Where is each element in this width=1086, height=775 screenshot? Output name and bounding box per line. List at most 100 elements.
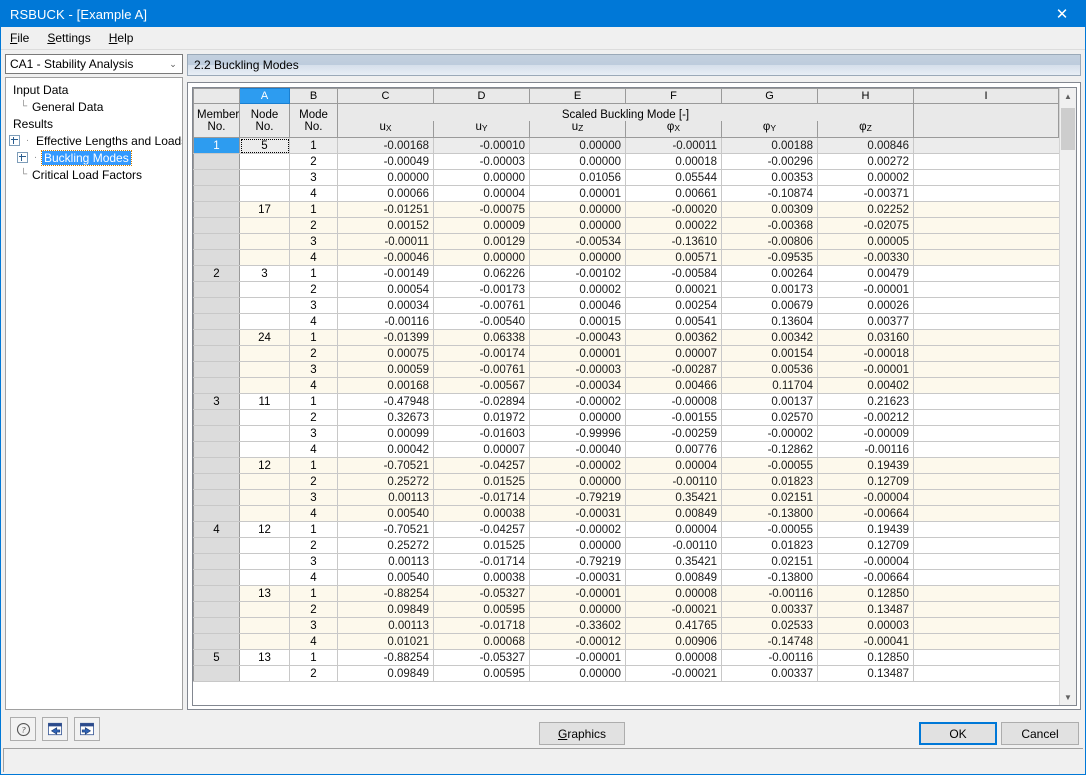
cell-uz[interactable]: -0.99996: [529, 425, 626, 442]
cell-phiz[interactable]: 0.13487: [817, 601, 914, 618]
cell-phix[interactable]: -0.00008: [625, 393, 722, 410]
cell-ux[interactable]: -0.00049: [337, 153, 434, 170]
cell-member-no[interactable]: [193, 297, 240, 314]
cell-uz[interactable]: 0.00015: [529, 313, 626, 330]
cell-node-no[interactable]: [239, 633, 290, 650]
cell-uy[interactable]: -0.04257: [433, 457, 530, 474]
cell-member-no[interactable]: 3: [193, 393, 240, 410]
cell-uz[interactable]: -0.00001: [529, 649, 626, 666]
cell-mode-no[interactable]: 3: [289, 553, 338, 570]
table-row[interactable]: 3 0.00113 -0.01714 -0.79219 0.35421 0.02151 -0…: [193, 489, 1059, 506]
cell-uz[interactable]: 0.00000: [529, 217, 626, 234]
cell-phix[interactable]: -0.00259: [625, 425, 722, 442]
cell-phiy[interactable]: -0.00116: [721, 585, 818, 602]
cell-i[interactable]: [913, 169, 1059, 186]
cell-phiz[interactable]: 0.00377: [817, 313, 914, 330]
cell-member-no[interactable]: 2: [193, 265, 240, 282]
cell-uz[interactable]: 0.00000: [529, 601, 626, 618]
cell-ux[interactable]: 0.00034: [337, 297, 434, 314]
cell-mode-no[interactable]: 1: [289, 329, 338, 346]
cell-phix[interactable]: 0.00004: [625, 457, 722, 474]
help-icon[interactable]: ?: [10, 717, 36, 741]
ok-button[interactable]: OK: [919, 722, 997, 745]
cell-phiz[interactable]: 0.13487: [817, 665, 914, 682]
cell-phiy[interactable]: 0.00342: [721, 329, 818, 346]
cell-member-no[interactable]: [193, 361, 240, 378]
cell-phix[interactable]: -0.00287: [625, 361, 722, 378]
cell-uy[interactable]: -0.00075: [433, 201, 530, 218]
table-row[interactable]: 12 1 -0.70521 -0.04257 -0.00002 0.00004 -0.000…: [193, 457, 1059, 474]
cell-uz[interactable]: -0.00031: [529, 569, 626, 586]
cell-i[interactable]: [913, 329, 1059, 346]
table-row[interactable]: 2 0.00152 0.00009 0.00000 0.00022 -0.00368 -0.…: [193, 217, 1059, 234]
cell-ux[interactable]: 0.00000: [337, 169, 434, 186]
cell-ux[interactable]: 0.32673: [337, 409, 434, 426]
table-row[interactable]: 24 1 -0.01399 0.06338 -0.00043 0.00362 0.00342…: [193, 329, 1059, 346]
cell-phix[interactable]: 0.00022: [625, 217, 722, 234]
table-row[interactable]: 2 0.25272 0.01525 0.00000 -0.00110 0.01823 0.1…: [193, 473, 1059, 490]
cell-phix[interactable]: 0.00362: [625, 329, 722, 346]
cell-uz[interactable]: -0.00001: [529, 585, 626, 602]
cell-ux[interactable]: 0.00152: [337, 217, 434, 234]
cell-phiy[interactable]: 0.01823: [721, 537, 818, 554]
cell-node-no[interactable]: 11: [239, 393, 290, 410]
cell-uz[interactable]: -0.00043: [529, 329, 626, 346]
table-row[interactable]: 2 -0.00049 -0.00003 0.00000 0.00018 -0.00296 0…: [193, 153, 1059, 170]
cell-node-no[interactable]: 12: [239, 521, 290, 538]
cell-ux[interactable]: 0.00066: [337, 185, 434, 202]
cell-phix[interactable]: -0.00584: [625, 265, 722, 282]
cell-ux[interactable]: 0.00113: [337, 553, 434, 570]
cell-node-no[interactable]: [239, 169, 290, 186]
cell-node-no[interactable]: [239, 473, 290, 490]
column-header-h[interactable]: H: [817, 88, 914, 104]
cell-phiy[interactable]: 0.00679: [721, 297, 818, 314]
column-header-f[interactable]: F: [625, 88, 722, 104]
cell-phiz[interactable]: -0.00001: [817, 281, 914, 298]
cell-ux[interactable]: 0.00540: [337, 569, 434, 586]
cell-i[interactable]: [913, 361, 1059, 378]
cell-phix[interactable]: 0.00254: [625, 297, 722, 314]
cell-i[interactable]: [913, 553, 1059, 570]
cell-mode-no[interactable]: 2: [289, 281, 338, 298]
cell-uy[interactable]: 0.06338: [433, 329, 530, 346]
close-icon[interactable]: ✕: [1039, 1, 1085, 27]
cell-mode-no[interactable]: 4: [289, 185, 338, 202]
cell-node-no[interactable]: [239, 185, 290, 202]
cell-phiy[interactable]: 0.00353: [721, 169, 818, 186]
scroll-up-icon[interactable]: ▲: [1060, 88, 1076, 104]
column-header-g[interactable]: G: [721, 88, 818, 104]
cell-ux[interactable]: -0.01251: [337, 201, 434, 218]
cell-phiz[interactable]: 0.02252: [817, 201, 914, 218]
cell-phiz[interactable]: 0.12709: [817, 537, 914, 554]
cell-phiz[interactable]: -0.00116: [817, 441, 914, 458]
cell-ux[interactable]: -0.00011: [337, 233, 434, 250]
cell-mode-no[interactable]: 2: [289, 217, 338, 234]
cell-node-no[interactable]: [239, 361, 290, 378]
column-header-b[interactable]: B: [289, 88, 338, 104]
cell-ux[interactable]: 0.00113: [337, 617, 434, 634]
table-row[interactable]: 3 0.00113 -0.01718 -0.33602 0.41765 0.02533 0.…: [193, 617, 1059, 634]
cell-uy[interactable]: -0.00173: [433, 281, 530, 298]
cell-phiy[interactable]: -0.12862: [721, 441, 818, 458]
table-row[interactable]: 2 0.00075 -0.00174 0.00001 0.00007 0.00154 -0.…: [193, 345, 1059, 362]
cell-i[interactable]: [913, 409, 1059, 426]
cell-phiz[interactable]: 0.19439: [817, 521, 914, 538]
cell-ux[interactable]: 0.01021: [337, 633, 434, 650]
cell-phix[interactable]: 0.35421: [625, 553, 722, 570]
cell-mode-no[interactable]: 2: [289, 409, 338, 426]
cell-phiz[interactable]: -0.00664: [817, 569, 914, 586]
cell-phiy[interactable]: 0.00337: [721, 601, 818, 618]
cell-phiy[interactable]: -0.00055: [721, 521, 818, 538]
table-row[interactable]: 3 0.00099 -0.01603 -0.99996 -0.00259 -0.00002…: [193, 425, 1059, 442]
table-row[interactable]: 3 0.00059 -0.00761 -0.00003 -0.00287 0.00536-…: [193, 361, 1059, 378]
cell-ux[interactable]: 0.09849: [337, 601, 434, 618]
cell-member-no[interactable]: [193, 633, 240, 650]
cell-member-no[interactable]: [193, 553, 240, 570]
cell-uy[interactable]: 0.00068: [433, 633, 530, 650]
cell-member-no[interactable]: [193, 217, 240, 234]
cell-phiy[interactable]: 0.00154: [721, 345, 818, 362]
cell-node-no[interactable]: [239, 489, 290, 506]
cell-uz[interactable]: -0.00534: [529, 233, 626, 250]
cell-uz[interactable]: 0.00000: [529, 409, 626, 426]
cell-phiz[interactable]: 0.00402: [817, 377, 914, 394]
